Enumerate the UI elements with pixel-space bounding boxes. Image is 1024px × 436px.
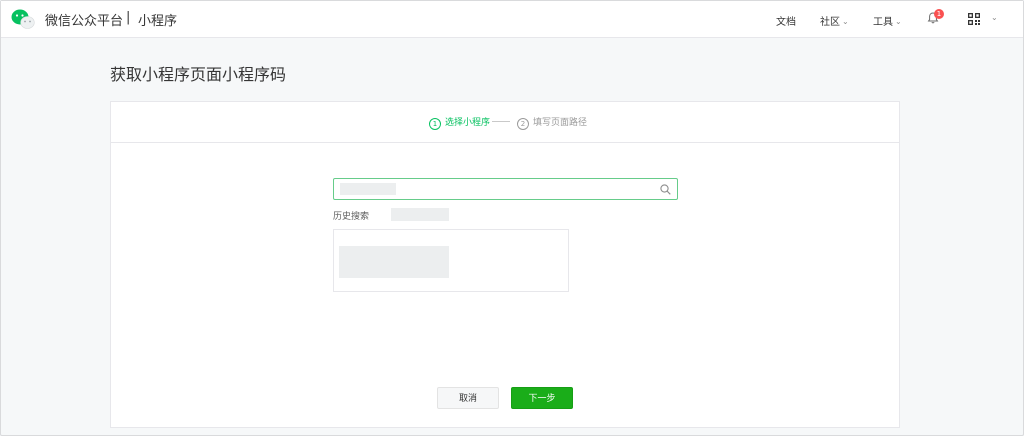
search-result-item[interactable] xyxy=(339,246,449,278)
nav-docs-link[interactable]: 文档 xyxy=(776,13,796,28)
wechat-logo-icon[interactable] xyxy=(11,8,35,30)
step-1: 1 选择小程序 xyxy=(429,115,490,130)
page-title: 获取小程序页面小程序码 xyxy=(110,65,287,84)
chevron-down-icon: ⌄ xyxy=(895,17,902,26)
search-icon[interactable] xyxy=(660,184,671,195)
brand-name[interactable]: 微信公众平台 xyxy=(45,10,123,29)
chevron-down-icon: ⌄ xyxy=(842,17,849,26)
top-nav: 微信公众平台 | 小程序 文档 社区 ⌄ 工具 ⌄ 1 ⌄ xyxy=(1,1,1023,38)
step-1-number: 1 xyxy=(429,118,441,130)
step-2: 2 填写页面路径 xyxy=(517,115,587,130)
history-search-label: 历史搜索 xyxy=(333,212,370,222)
step-connector xyxy=(492,121,510,122)
notification-badge: 1 xyxy=(934,9,944,19)
search-result-list xyxy=(333,229,569,292)
search-placeholder-skeleton xyxy=(340,183,396,195)
step-2-label: 填写页面路径 xyxy=(533,118,588,128)
cancel-button[interactable]: 取消 xyxy=(437,387,499,409)
history-search-item[interactable] xyxy=(391,208,449,221)
search-input[interactable] xyxy=(333,178,678,200)
nav-tools-label: 工具 xyxy=(873,17,893,28)
product-name: 小程序 xyxy=(138,14,178,29)
brand-separator: | xyxy=(126,10,131,25)
chevron-down-icon[interactable]: ⌄ xyxy=(991,13,998,22)
main-card: 1 选择小程序 2 填写页面路径 历史搜索 取消 下一步 xyxy=(110,101,900,428)
nav-community-menu[interactable]: 社区 ⌄ xyxy=(820,13,849,28)
qrcode-icon[interactable] xyxy=(968,13,980,25)
step-indicator: 1 选择小程序 2 填写页面路径 xyxy=(111,102,899,143)
step-1-label: 选择小程序 xyxy=(445,118,491,128)
nav-community-label: 社区 xyxy=(820,17,840,28)
step-2-number: 2 xyxy=(517,118,529,130)
nav-tools-menu[interactable]: 工具 ⌄ xyxy=(873,13,902,28)
next-step-button[interactable]: 下一步 xyxy=(511,387,573,409)
